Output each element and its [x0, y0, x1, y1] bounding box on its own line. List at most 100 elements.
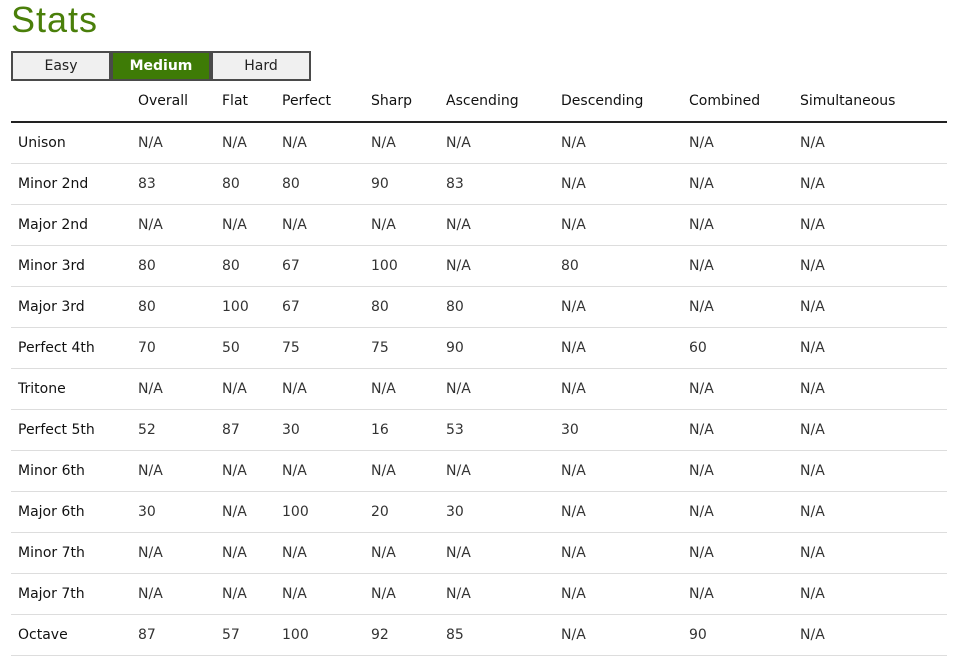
cell-simultaneous: N/A	[800, 327, 947, 369]
cell-descending: 80	[561, 245, 689, 287]
cell-descending: 30	[561, 409, 689, 451]
cell-sharp: 92	[371, 614, 446, 656]
cell-descending: N/A	[561, 614, 689, 656]
row-label-cell: Minor 3rd	[11, 245, 138, 287]
tab-hard[interactable]: Hard	[211, 51, 311, 81]
cell-overall: N/A	[138, 204, 222, 246]
cell-combined: N/A	[689, 532, 800, 574]
cell-sharp: 16	[371, 409, 446, 451]
cell-overall: 70	[138, 327, 222, 369]
row-label-cell: Unison	[11, 122, 138, 164]
cell-overall: N/A	[138, 450, 222, 492]
cell-perfect: 67	[282, 286, 371, 328]
table-row: Minor 6th N/A N/A N/A N/A N/A N/A N/A N/A	[11, 450, 947, 492]
cell-overall: 52	[138, 409, 222, 451]
cell-perfect: 100	[282, 614, 371, 656]
table-row: Major 3rd 80 100 67 80 80 N/A N/A N/A	[11, 286, 947, 328]
cell-sharp: 20	[371, 491, 446, 533]
cell-flat: 50	[222, 327, 282, 369]
cell-perfect: 100	[282, 491, 371, 533]
cell-overall: N/A	[138, 122, 222, 164]
tab-medium[interactable]: Medium	[111, 51, 211, 81]
cell-descending: N/A	[561, 491, 689, 533]
cell-sharp: N/A	[371, 122, 446, 164]
cell-perfect: 75	[282, 327, 371, 369]
page-title: Stats	[11, 0, 99, 40]
table-row: Minor 3rd 80 80 67 100 N/A 80 N/A N/A	[11, 245, 947, 287]
cell-simultaneous: N/A	[800, 491, 947, 533]
cell-sharp: N/A	[371, 532, 446, 574]
cell-descending: N/A	[561, 532, 689, 574]
cell-descending: N/A	[561, 122, 689, 164]
cell-combined: N/A	[689, 368, 800, 410]
cell-combined: N/A	[689, 450, 800, 492]
cell-sharp: N/A	[371, 450, 446, 492]
cell-flat: N/A	[222, 450, 282, 492]
tab-easy[interactable]: Easy	[11, 51, 111, 81]
cell-ascending: N/A	[446, 450, 561, 492]
cell-combined: N/A	[689, 409, 800, 451]
cell-sharp: N/A	[371, 204, 446, 246]
cell-perfect: 30	[282, 409, 371, 451]
stats-table: Overall Flat Perfect Sharp Ascending Des…	[11, 81, 947, 656]
table-row: Tritone N/A N/A N/A N/A N/A N/A N/A N/A	[11, 368, 947, 410]
cell-perfect: N/A	[282, 204, 371, 246]
cell-descending: N/A	[561, 573, 689, 615]
cell-perfect: 80	[282, 163, 371, 205]
header-cell-overall: Overall	[138, 81, 222, 123]
cell-flat: N/A	[222, 532, 282, 574]
cell-simultaneous: N/A	[800, 409, 947, 451]
cell-flat: N/A	[222, 573, 282, 615]
cell-simultaneous: N/A	[800, 245, 947, 287]
cell-ascending: N/A	[446, 245, 561, 287]
cell-perfect: N/A	[282, 573, 371, 615]
cell-flat: 80	[222, 163, 282, 205]
cell-ascending: 30	[446, 491, 561, 533]
cell-ascending: N/A	[446, 532, 561, 574]
cell-overall: N/A	[138, 368, 222, 410]
header-row: Overall Flat Perfect Sharp Ascending Des…	[11, 81, 947, 123]
cell-descending: N/A	[561, 286, 689, 328]
cell-overall: 80	[138, 286, 222, 328]
row-label-cell: Octave	[11, 614, 138, 656]
table-row: Minor 2nd 83 80 80 90 83 N/A N/A N/A	[11, 163, 947, 205]
cell-perfect: N/A	[282, 450, 371, 492]
cell-combined: N/A	[689, 204, 800, 246]
header-cell-flat: Flat	[222, 81, 282, 123]
difficulty-tabs: Easy Medium Hard	[11, 51, 311, 81]
cell-descending: N/A	[561, 204, 689, 246]
cell-sharp: 75	[371, 327, 446, 369]
header-cell-simultaneous: Simultaneous	[800, 81, 947, 123]
header-cell-perfect: Perfect	[282, 81, 371, 123]
header-cell-ascending: Ascending	[446, 81, 561, 123]
cell-perfect: N/A	[282, 368, 371, 410]
cell-ascending: 90	[446, 327, 561, 369]
row-label-cell: Perfect 4th	[11, 327, 138, 369]
table-row: Major 2nd N/A N/A N/A N/A N/A N/A N/A N/A	[11, 204, 947, 246]
cell-simultaneous: N/A	[800, 368, 947, 410]
cell-descending: N/A	[561, 450, 689, 492]
cell-ascending: 83	[446, 163, 561, 205]
cell-overall: N/A	[138, 532, 222, 574]
cell-ascending: N/A	[446, 122, 561, 164]
cell-flat: N/A	[222, 122, 282, 164]
cell-flat: N/A	[222, 491, 282, 533]
cell-ascending: 53	[446, 409, 561, 451]
cell-sharp: 100	[371, 245, 446, 287]
row-label-cell: Major 7th	[11, 573, 138, 615]
cell-flat: N/A	[222, 204, 282, 246]
table-row: Unison N/A N/A N/A N/A N/A N/A N/A N/A	[11, 122, 947, 164]
cell-ascending: N/A	[446, 368, 561, 410]
cell-ascending: N/A	[446, 573, 561, 615]
cell-perfect: N/A	[282, 532, 371, 574]
cell-sharp: N/A	[371, 573, 446, 615]
row-label-cell: Major 3rd	[11, 286, 138, 328]
cell-perfect: N/A	[282, 122, 371, 164]
row-label-cell: Minor 2nd	[11, 163, 138, 205]
cell-combined: 90	[689, 614, 800, 656]
row-label-cell: Major 6th	[11, 491, 138, 533]
row-label-cell: Minor 7th	[11, 532, 138, 574]
table-row: Minor 7th N/A N/A N/A N/A N/A N/A N/A N/A	[11, 532, 947, 574]
cell-sharp: 90	[371, 163, 446, 205]
cell-flat: 87	[222, 409, 282, 451]
